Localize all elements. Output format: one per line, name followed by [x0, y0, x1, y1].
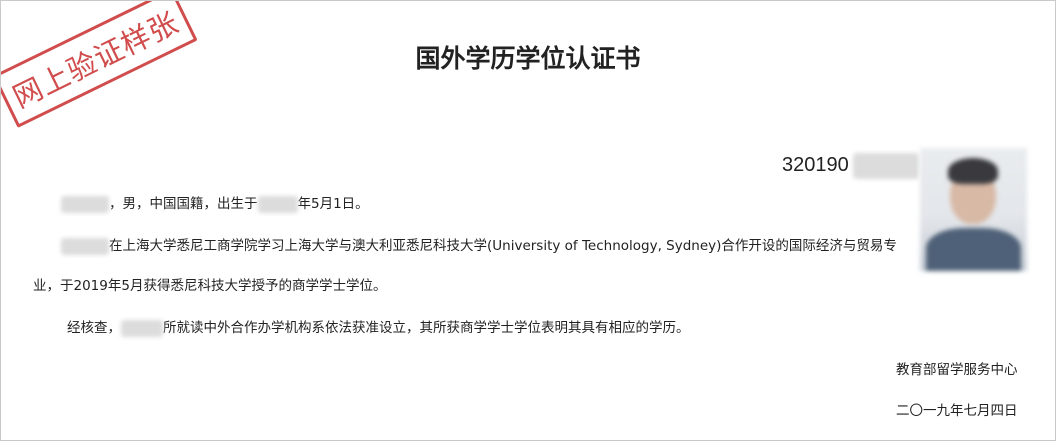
photo-shoulders: [926, 228, 1021, 271]
issue-date: 二〇一九年七月四日: [896, 403, 1018, 419]
document-title: 国外学历学位认证书: [415, 44, 641, 73]
line1-text-a: ，男，中国国籍，出生于: [109, 196, 258, 212]
line4-text-b: 所就读中外合作办学机构系依法获准设立，其所获商学学士学位表明其具有相应的学历。: [163, 320, 690, 336]
issuer-name: 教育部留学服务中心: [896, 362, 1018, 378]
birth-year-redaction: [257, 195, 298, 213]
body-line-3: 业，于2019年5月获得悉尼科技大学授予的商学学士学位。: [33, 278, 387, 294]
name-redaction-3: [121, 319, 163, 337]
name-redaction: [61, 195, 109, 213]
body-line-4: 经核查， 所就读中外合作办学机构系依法获准设立，其所获商学学士学位表明其具有相应的…: [67, 319, 690, 337]
applicant-photo: [920, 148, 1027, 271]
photo-hair: [948, 158, 998, 184]
name-redaction-2: [61, 237, 109, 255]
line4-text-a: 经核查，: [67, 320, 121, 336]
certificate-number: 320190: [782, 154, 849, 176]
line1-text-b: 年5月1日。: [297, 196, 369, 212]
body-line-1: ，男，中国国籍，出生于 年5月1日。: [61, 195, 369, 213]
body-line-2: 在上海大学悉尼工商学院学习上海大学与澳大利亚悉尼科技大学(University …: [61, 237, 897, 255]
line2-text: 在上海大学悉尼工商学院学习上海大学与澳大利亚悉尼科技大学(University …: [109, 238, 897, 254]
certificate-number-redaction: [853, 153, 919, 179]
certificate-document: 网上验证样张 国外学历学位认证书 320190 ，男，中国国籍，出生于 年5月1日…: [0, 0, 1056, 441]
